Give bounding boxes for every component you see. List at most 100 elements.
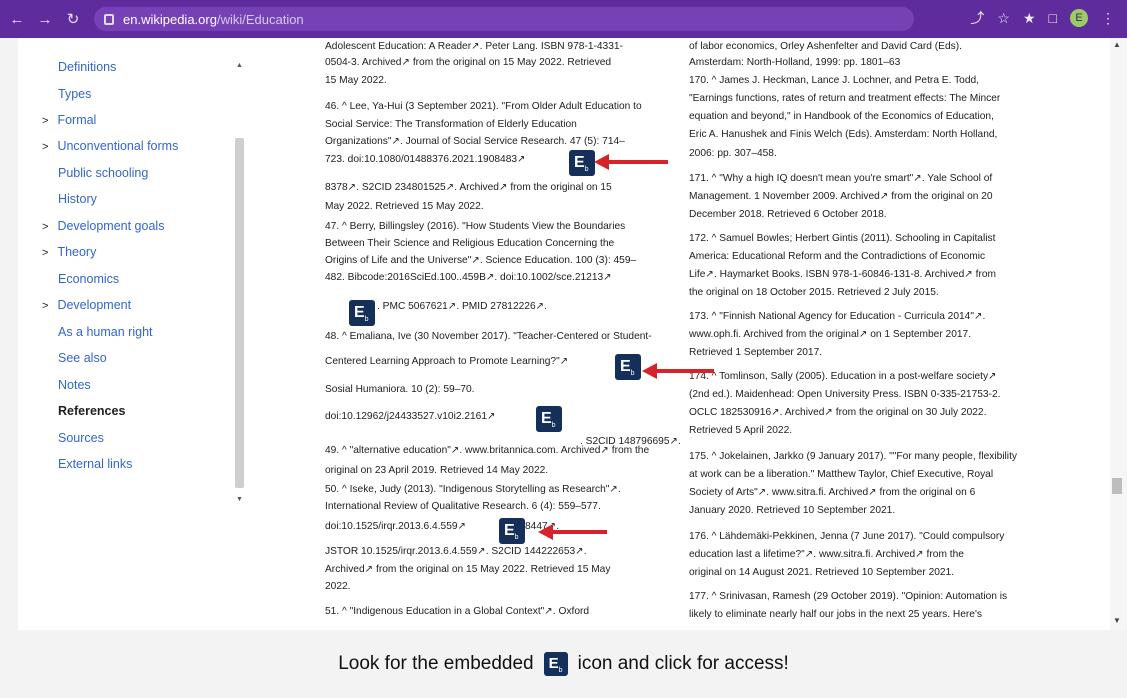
ebsco-badge-icon[interactable]: Eb	[569, 150, 595, 176]
scroll-up-icon[interactable]: ▲	[236, 62, 243, 69]
toc-item[interactable]: > Development	[42, 298, 131, 312]
ebsco-badge-icon[interactable]: Eb	[615, 354, 641, 380]
reference-line[interactable]: 2022.	[325, 578, 351, 595]
reference-line[interactable]: OCLC 182530916↗. Archived↗ from the orig…	[689, 404, 986, 421]
reference-line[interactable]: "Earnings functions, rates of return and…	[689, 90, 1000, 107]
reference-line[interactable]: Life↗. Haymarket Books. ISBN 978-1-60846…	[689, 266, 996, 283]
reference-line[interactable]: Between Their Science and Religious Educ…	[325, 235, 614, 252]
toc-item[interactable]: As a human right	[58, 325, 153, 339]
reference-line[interactable]: likely to eliminate nearly half our jobs…	[689, 606, 982, 623]
menu-dots-icon[interactable]: ⋮	[1101, 10, 1115, 27]
reference-line[interactable]: 723. doi:10.1080/01488376.2021.1908483↗	[325, 151, 526, 168]
reference-line[interactable]: doi:10.12962/j24433527.v10i2.2161↗	[325, 408, 496, 425]
reference-line[interactable]: 171. ^ "Why a high IQ doesn't mean you'r…	[689, 170, 992, 187]
reference-line[interactable]: equation and beyond," in Handbook of the…	[689, 108, 994, 125]
reference-line[interactable]: 0504-3. Archived↗ from the original on 1…	[325, 54, 611, 71]
page-scrollbar-thumb[interactable]	[1112, 478, 1122, 494]
toc-item[interactable]: Sources	[58, 431, 104, 445]
reference-line[interactable]: 176. ^ Lähdemäki-Pekkinen, Jenna (7 June…	[689, 528, 1004, 545]
reference-line[interactable]: original on 14 August 2021. Retrieved 10…	[689, 564, 954, 581]
reference-line[interactable]: Adolescent Education: A Reader↗. Peter L…	[325, 38, 623, 55]
reference-line[interactable]: Centered Learning Approach to Promote Le…	[325, 353, 568, 370]
reference-line[interactable]: December 2018. Retrieved 6 October 2018.	[689, 206, 887, 223]
reference-line[interactable]: Organizations"↗. Journal of Social Servi…	[325, 133, 625, 150]
reference-line[interactable]: International Review of Qualitative Rese…	[325, 498, 601, 515]
reference-line[interactable]: Management. 1 November 2009. Archived↗ f…	[689, 188, 993, 205]
reference-line[interactable]: 482. Bibcode:2016SciEd.100..459B↗. doi:1…	[325, 269, 612, 286]
back-arrow-icon[interactable]: ←	[6, 8, 28, 30]
reference-line[interactable]: 50. ^ Iseke, Judy (2013). "Indigenous St…	[325, 481, 621, 498]
reference-line[interactable]: JSTOR 10.1525/irqr.2013.6.4.559↗. S2CID …	[325, 543, 587, 560]
bookmark-star-icon[interactable]: ☆	[997, 10, 1010, 27]
reload-icon[interactable]: ↻	[62, 8, 84, 30]
reference-line[interactable]: (2nd ed.). Maidenhead: Open University P…	[689, 386, 1000, 403]
toc-item[interactable]: References	[58, 404, 125, 418]
avatar[interactable]: E	[1070, 9, 1088, 27]
ebsco-badge-icon[interactable]: Eb	[499, 518, 525, 544]
scroll-down-icon[interactable]: ▼	[1113, 616, 1121, 625]
reference-line[interactable]: . PMC 5067621↗. PMID 27812226↗.	[377, 298, 547, 315]
window-icon[interactable]: □	[1049, 10, 1057, 26]
reference-line[interactable]: 47. ^ Berry, Billingsley (2016). "How St…	[325, 218, 625, 235]
scroll-up-icon[interactable]: ▲	[1113, 40, 1121, 49]
reference-line[interactable]: Origins of Life and the Universe"↗. Scie…	[325, 252, 636, 269]
reference-line[interactable]: Amsterdam: North-Holland, 1999: pp. 1801…	[689, 54, 900, 71]
toc-scrollbar[interactable]: ▲ ▼	[235, 58, 244, 503]
toc-item[interactable]: Economics	[58, 272, 119, 286]
share-icon[interactable]: ⤴	[970, 8, 984, 28]
reference-line[interactable]: May 2022. Retrieved 15 May 2022.	[325, 198, 484, 215]
toc-item[interactable]: Public schooling	[58, 166, 148, 180]
expand-caret-icon[interactable]: >	[42, 300, 48, 312]
reference-line[interactable]: 46. ^ Lee, Ya-Hui (3 September 2021). "F…	[325, 98, 642, 115]
reference-line[interactable]: 48. ^ Emaliana, Ive (30 November 2017). …	[325, 328, 652, 345]
ebsco-badge-icon[interactable]: Eb	[536, 406, 562, 432]
extensions-puzzle-icon[interactable]: ★	[1023, 10, 1036, 27]
expand-caret-icon[interactable]: >	[42, 115, 48, 127]
reference-line[interactable]: www.oph.fi. Archived from the original↗ …	[689, 326, 971, 343]
reference-line[interactable]: Sosial Humaniora. 10 (2): 59–70.	[325, 381, 475, 398]
reference-line[interactable]: Social Service: The Transformation of El…	[325, 116, 577, 133]
reference-line[interactable]: 175. ^ Jokelainen, Jarkko (9 January 201…	[689, 448, 1017, 465]
reference-line[interactable]: original on 23 April 2019. Retrieved 14 …	[325, 462, 548, 479]
reference-line[interactable]: Archived↗ from the original on 15 May 20…	[325, 561, 610, 578]
toc-item[interactable]: > Theory	[42, 245, 96, 259]
reference-line[interactable]: at work can be a liberation." Matthew Ta…	[689, 466, 993, 483]
expand-caret-icon[interactable]: >	[42, 221, 48, 233]
address-bar[interactable]: en.wikipedia.org/wiki/Education	[94, 7, 914, 31]
reference-line[interactable]: 51. ^ "Indigenous Education in a Global …	[325, 603, 589, 620]
expand-caret-icon[interactable]: >	[42, 247, 48, 259]
reference-line[interactable]: the original on 18 October 2015. Retriev…	[689, 284, 939, 301]
toc-item[interactable]: > Unconventional forms	[42, 139, 178, 153]
reference-line[interactable]: education last a lifetime?"↗. www.sitra.…	[689, 546, 964, 563]
reference-line[interactable]: doi:10.1525/irqr.2013.6.4.559↗	[325, 518, 466, 535]
reference-line[interactable]: 2006: pp. 307–458.	[689, 145, 777, 162]
reference-line[interactable]: Society of Arts"↗. www.sitra.fi. Archive…	[689, 484, 975, 501]
reference-line[interactable]: January 2020. Retrieved 10 September 202…	[689, 502, 895, 519]
reference-line[interactable]: America: Educational Reform and the Cont…	[689, 248, 985, 265]
reference-line[interactable]: of labor economics, Orley Ashenfelter an…	[689, 38, 962, 55]
reference-line[interactable]: Eric A. Hanushek and Finis Welch (Eds). …	[689, 126, 997, 143]
scroll-down-icon[interactable]: ▼	[236, 496, 243, 503]
reference-line[interactable]: Retrieved 5 April 2022.	[689, 422, 792, 439]
page-scrollbar[interactable]: ▲ ▼	[1110, 38, 1126, 630]
reference-line[interactable]: 49. ^ "alternative education"↗. www.brit…	[325, 442, 649, 459]
expand-caret-icon[interactable]: >	[42, 141, 48, 153]
toc-item[interactable]: History	[58, 192, 97, 206]
toc-item[interactable]: Notes	[58, 378, 91, 392]
reference-line[interactable]: 172. ^ Samuel Bowles; Herbert Gintis (20…	[689, 230, 995, 247]
toc-item[interactable]: > Development goals	[42, 219, 164, 233]
forward-arrow-icon[interactable]: →	[34, 8, 56, 30]
toc-item[interactable]: > Formal	[42, 113, 96, 127]
reference-line[interactable]: 174. ^ Tomlinson, Sally (2005). Educatio…	[689, 368, 997, 385]
toc-item[interactable]: External links	[58, 457, 132, 471]
reference-line[interactable]: 177. ^ Srinivasan, Ramesh (29 October 20…	[689, 588, 1007, 605]
ebsco-badge-icon[interactable]: Eb	[349, 300, 375, 326]
reference-line[interactable]: 170. ^ James J. Heckman, Lance J. Lochne…	[689, 72, 979, 89]
reference-line[interactable]: 173. ^ "Finnish National Agency for Educ…	[689, 308, 985, 325]
reference-line[interactable]: 15 May 2022.	[325, 72, 387, 89]
toc-item[interactable]: Definitions	[58, 60, 116, 74]
toc-item[interactable]: See also	[58, 351, 107, 365]
reference-line[interactable]: Retrieved 1 September 2017.	[689, 344, 822, 361]
reference-line[interactable]: 8378↗. S2CID 234801525↗. Archived↗ from …	[325, 179, 612, 196]
toc-item[interactable]: Types	[58, 87, 91, 101]
